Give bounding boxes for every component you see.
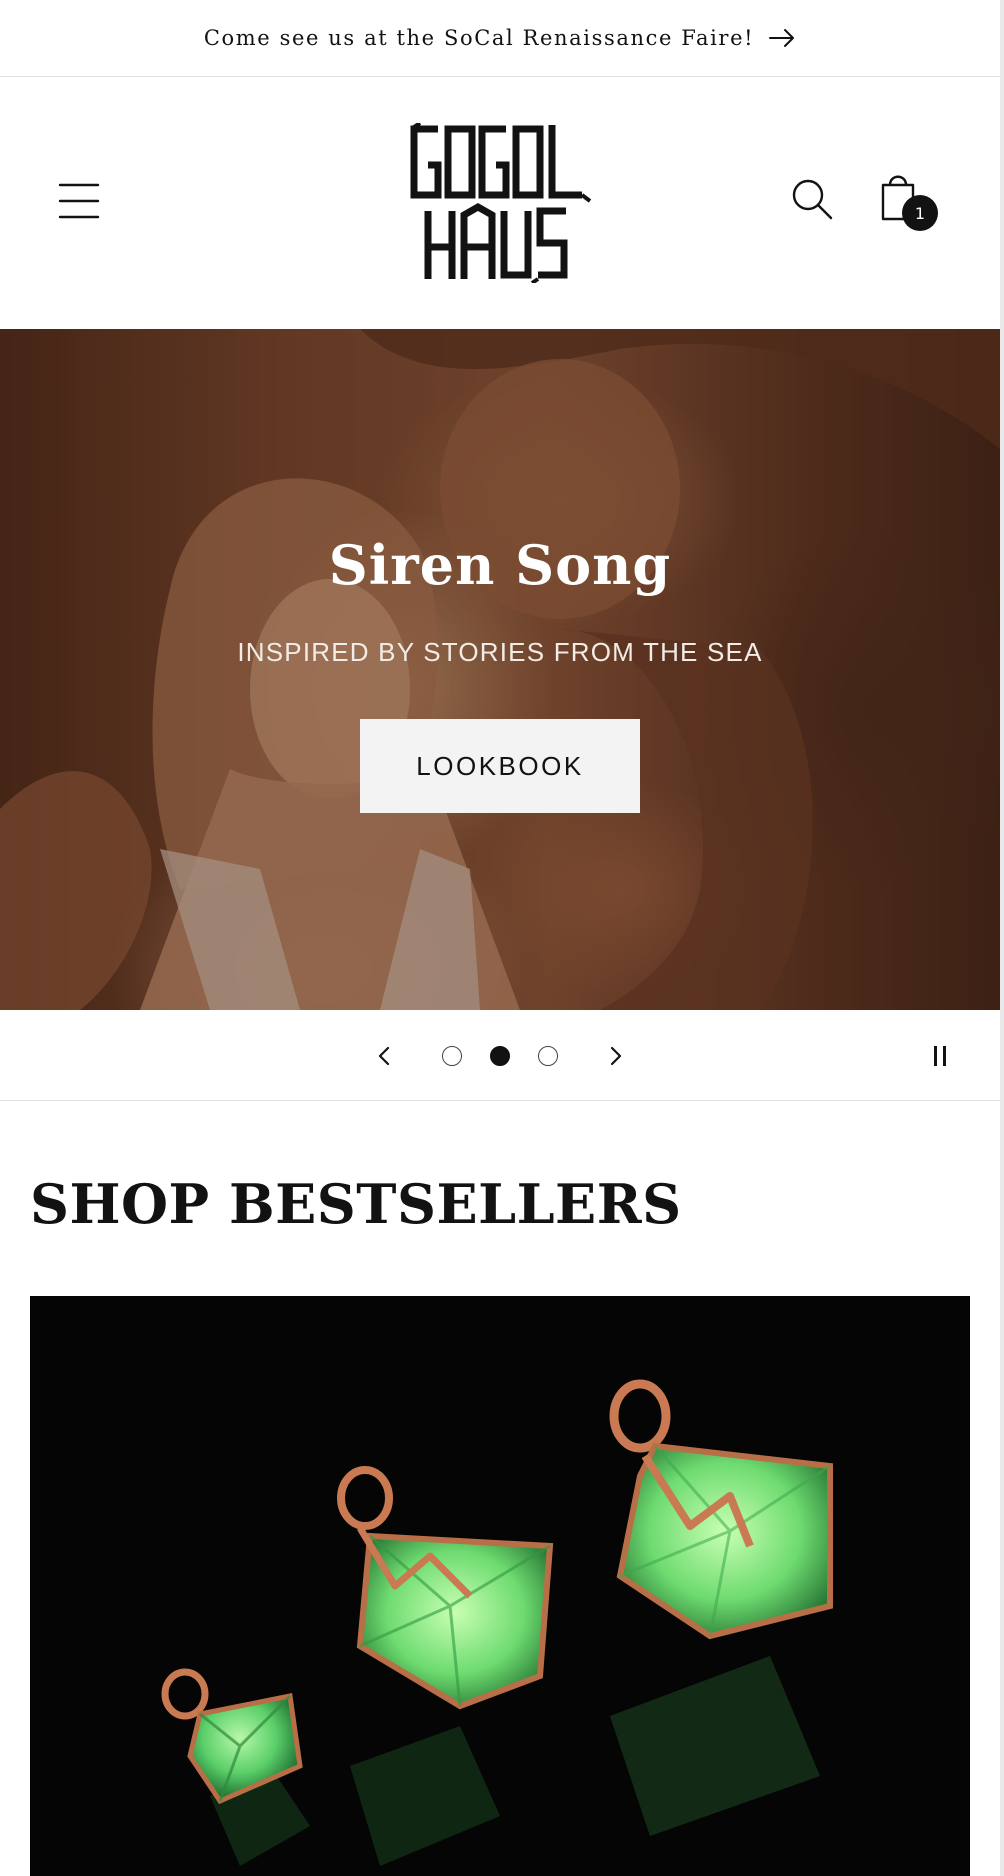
- product-image: [30, 1296, 970, 1876]
- product-card[interactable]: [30, 1296, 970, 1876]
- page: Come see us at the SoCal Renaissance Fai…: [0, 0, 1000, 1876]
- next-slide-button[interactable]: [602, 1042, 630, 1070]
- announcement-link[interactable]: Come see us at the SoCal Renaissance Fai…: [204, 26, 796, 50]
- adjacent-window-edge: [1000, 0, 1004, 1876]
- hero-subtitle: INSPIRED BY STORIES FROM THE SEA: [237, 637, 763, 667]
- hero-title: Siren Song: [328, 533, 672, 597]
- slide-dot-1[interactable]: [442, 1046, 462, 1066]
- logo[interactable]: [406, 121, 596, 285]
- hero-slide: Siren Song INSPIRED BY STORIES FROM THE …: [0, 329, 1000, 1010]
- chevron-right-icon: [610, 1046, 622, 1066]
- previous-slide-button[interactable]: [370, 1042, 398, 1070]
- lookbook-button[interactable]: LOOKBOOK: [360, 719, 640, 813]
- pause-slideshow-button[interactable]: [930, 1044, 950, 1068]
- site-header: 1: [0, 77, 1000, 329]
- announcement-text: Come see us at the SoCal Renaissance Fai…: [203, 26, 755, 50]
- bestsellers-heading: SHOP BESTSELLERS: [30, 1172, 682, 1236]
- arrow-right-icon: [769, 29, 795, 47]
- slider-controls: [0, 1010, 1000, 1101]
- search-button[interactable]: [790, 177, 834, 221]
- slide-dot-3[interactable]: [538, 1046, 558, 1066]
- announcement-bar: Come see us at the SoCal Renaissance Fai…: [0, 0, 1000, 77]
- cart-count-badge: 1: [902, 195, 938, 231]
- gogol-haus-logo: [410, 121, 592, 285]
- hamburger-menu-icon: [58, 183, 100, 219]
- search-icon: [792, 179, 833, 220]
- cart-button[interactable]: 1: [878, 169, 938, 231]
- chevron-left-icon: [378, 1046, 390, 1066]
- menu-button[interactable]: [56, 178, 102, 224]
- hero-content: Siren Song INSPIRED BY STORIES FROM THE …: [0, 329, 1000, 1010]
- slide-dot-2[interactable]: [490, 1046, 510, 1066]
